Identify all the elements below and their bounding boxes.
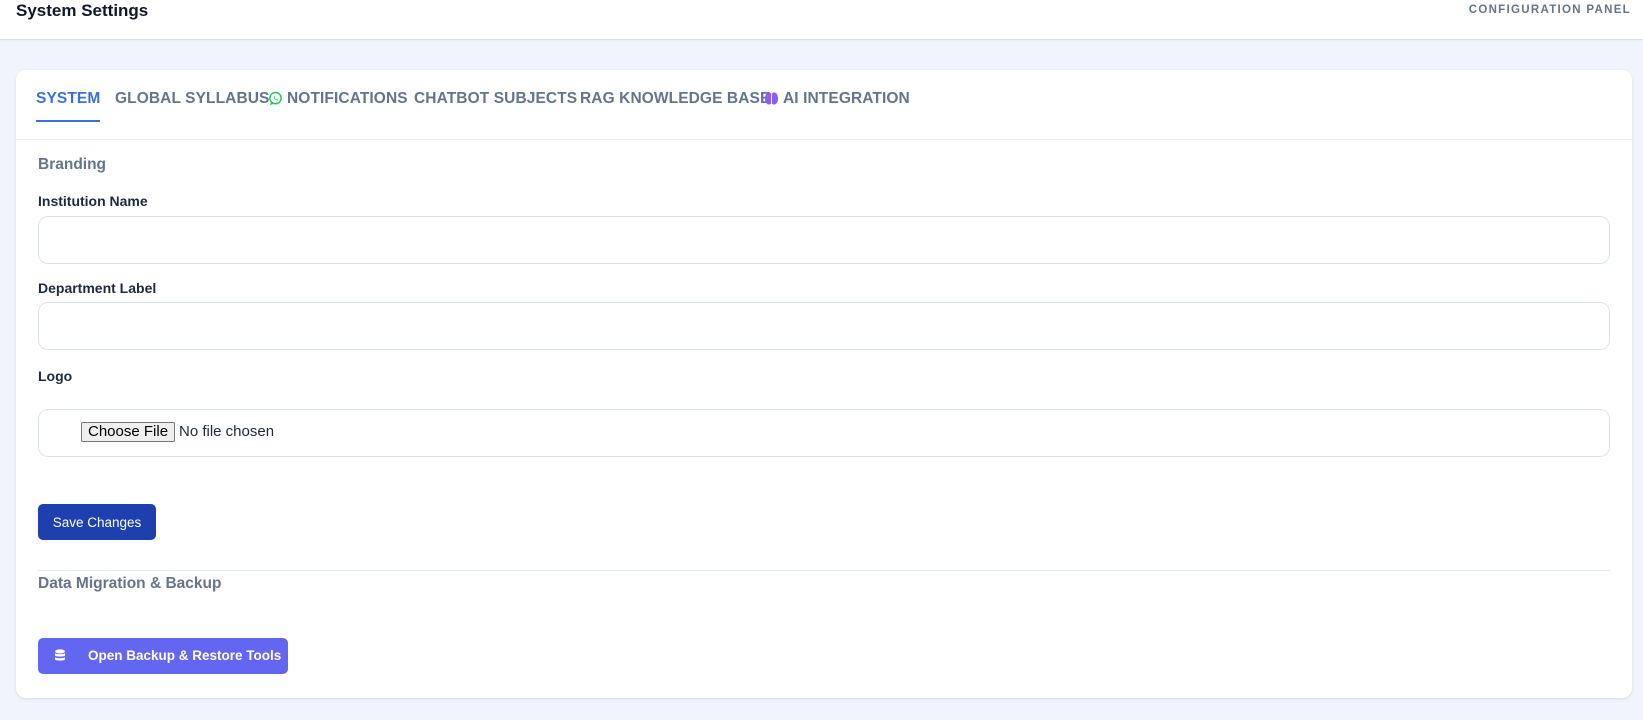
section-divider	[38, 570, 1610, 571]
whatsapp-icon	[269, 91, 282, 106]
tab-global-syllabus[interactable]: GLOBAL SYLLABUS	[115, 90, 270, 122]
tab-system[interactable]: SYSTEM	[36, 90, 101, 122]
tab-notifications-label: NOTIFICATIONS	[287, 90, 408, 107]
institution-name-label: Institution Name	[38, 193, 148, 209]
tab-chatbot-subjects[interactable]: CHATBOT SUBJECTS	[414, 90, 577, 122]
backup-button-label: Open Backup & Restore Tools	[88, 648, 282, 663]
tab-bar: SYSTEM GLOBAL SYLLABUS NOTIFICATIONS CHA…	[16, 70, 1632, 140]
tab-rag-knowledge-base[interactable]: RAG KNOWLEDGE BASE	[580, 90, 770, 122]
top-bar: System Settings CONFIGURATION PANEL	[0, 0, 1643, 40]
institution-name-input[interactable]	[38, 216, 1610, 264]
branding-section-title: Branding	[38, 156, 107, 173]
department-label-input[interactable]	[38, 302, 1610, 350]
panel-label: CONFIGURATION PANEL	[1468, 4, 1631, 16]
brain-icon	[764, 92, 779, 105]
tab-ai-integration[interactable]: AI INTEGRATION	[764, 90, 910, 122]
choose-file-button[interactable]: Choose File	[81, 422, 176, 442]
settings-card: SYSTEM GLOBAL SYLLABUS NOTIFICATIONS CHA…	[16, 70, 1632, 698]
open-backup-restore-button[interactable]: Open Backup & Restore Tools	[38, 638, 288, 674]
tab-ai-integration-label: AI INTEGRATION	[783, 90, 910, 107]
logo-file-input[interactable]: Choose File No file chosen	[38, 409, 1610, 457]
tab-system-label: SYSTEM	[36, 90, 101, 107]
page-title: System Settings	[16, 1, 149, 20]
file-status-text: No file chosen	[179, 423, 275, 440]
save-changes-button[interactable]: Save Changes	[38, 504, 156, 540]
logo-label: Logo	[38, 368, 73, 384]
migration-section-title: Data Migration & Backup	[38, 575, 222, 592]
database-icon	[55, 649, 65, 661]
tab-notifications[interactable]: NOTIFICATIONS	[268, 90, 408, 122]
tab-chatbot-subjects-label: CHATBOT SUBJECTS	[414, 90, 578, 107]
tab-global-syllabus-label: GLOBAL SYLLABUS	[115, 90, 270, 107]
tab-rag-knowledge-base-label: RAG KNOWLEDGE BASE	[580, 90, 771, 107]
department-label-label: Department Label	[38, 280, 157, 296]
